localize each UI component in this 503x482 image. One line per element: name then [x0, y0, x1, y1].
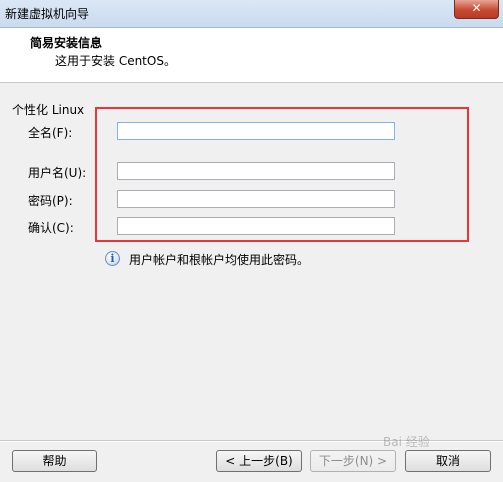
page-subtitle: 这用于安装 CentOS。	[55, 54, 176, 68]
password-input[interactable]	[117, 190, 395, 208]
wizard-header: 简易安装信息 这用于安装 CentOS。	[0, 28, 503, 83]
page-title: 简易安装信息	[30, 36, 103, 50]
fullname-input[interactable]	[117, 122, 395, 140]
info-icon: i	[105, 251, 120, 266]
help-button[interactable]: 帮助	[12, 450, 97, 472]
username-label: 用户名(U):	[28, 166, 87, 180]
title-bar: 新建虚拟机向导 ✕	[0, 0, 503, 28]
confirm-password-input[interactable]	[117, 217, 395, 235]
info-text: 用户帐户和根帐户均使用此密码。	[129, 253, 310, 267]
password-label: 密码(P):	[28, 194, 73, 208]
close-icon: ✕	[471, 1, 482, 15]
window-title: 新建虚拟机向导	[5, 7, 90, 21]
confirm-label: 确认(C):	[28, 221, 74, 235]
username-input[interactable]	[117, 162, 395, 180]
close-button[interactable]: ✕	[454, 0, 499, 19]
back-button[interactable]: < 上一步(B)	[216, 450, 302, 472]
cancel-button[interactable]: 取消	[405, 450, 491, 472]
watermark: Bai 经验	[383, 435, 430, 449]
fullname-label: 全名(F):	[28, 126, 73, 140]
group-label: 个性化 Linux	[12, 103, 85, 117]
next-button[interactable]: 下一步(N) >	[310, 450, 396, 472]
